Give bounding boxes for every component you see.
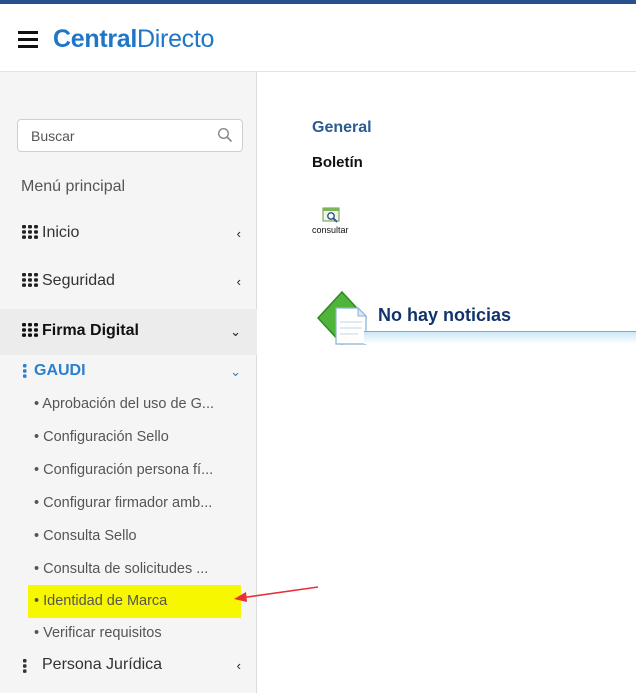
vertical-dots-icon bbox=[23, 364, 27, 378]
sidebar-item-inicio[interactable]: Inicio ‹ bbox=[0, 211, 257, 257]
submenu-label: • Consulta de solicitudes ... bbox=[34, 561, 209, 577]
submenu-item-configurar-firmador[interactable]: • Configurar firmador amb... bbox=[0, 491, 257, 517]
news-banner: No hay noticias bbox=[314, 288, 636, 348]
sidebar-item-label: Firma Digital bbox=[42, 322, 139, 339]
submenu-item-configuracion-sello[interactable]: • Configuración Sello bbox=[0, 425, 257, 451]
section-subtitle-boletin: Boletín bbox=[312, 154, 363, 171]
news-underline bbox=[364, 331, 636, 344]
submenu-label: • Verificar requisitos bbox=[34, 625, 162, 641]
submenu-item-verificar-requisitos[interactable]: • Verificar requisitos bbox=[0, 621, 257, 647]
section-title-general: General bbox=[312, 119, 372, 136]
grid-icon bbox=[22, 225, 38, 239]
search-box bbox=[17, 119, 243, 152]
submenu-label: • Configuración persona fí... bbox=[34, 462, 214, 478]
submenu-label: • Configurar firmador amb... bbox=[34, 495, 213, 511]
consultar-label: consultar bbox=[312, 225, 349, 235]
consultar-icon bbox=[322, 207, 340, 223]
submenu-item-configuracion-persona[interactable]: • Configuración persona fí... bbox=[0, 458, 257, 484]
chevron-down-icon: ⌄ bbox=[230, 364, 241, 379]
top-accent-bar bbox=[0, 0, 636, 10]
vertical-dots-icon bbox=[23, 659, 27, 673]
submenu-label: • Identidad de Marca bbox=[34, 593, 168, 609]
hamburger-menu-icon[interactable] bbox=[18, 31, 38, 48]
gaudi-label: GAUDI bbox=[34, 362, 86, 379]
sidebar-item-firma-digital[interactable]: Firma Digital ⌄ bbox=[0, 309, 257, 355]
sidebar-item-persona-juridica[interactable]: Persona Jurídica ‹ bbox=[0, 650, 257, 680]
chevron-left-icon: ‹ bbox=[236, 274, 241, 289]
search-input[interactable] bbox=[29, 127, 203, 145]
submenu-item-consulta-sello[interactable]: • Consulta Sello bbox=[0, 524, 257, 550]
brand-logo[interactable]: CentralDirecto bbox=[53, 25, 214, 54]
news-title: No hay noticias bbox=[378, 305, 512, 325]
grid-icon bbox=[22, 323, 38, 337]
sidebar-item-label: Seguridad bbox=[42, 272, 115, 289]
main-content: General Boletín consultar No hay noticia… bbox=[258, 72, 636, 693]
submenu-item-identidad-de-marca[interactable]: • Identidad de Marca bbox=[0, 589, 257, 615]
submenu-label: • Configuración Sello bbox=[34, 429, 169, 445]
chevron-left-icon: ‹ bbox=[236, 658, 241, 673]
brand-light: Directo bbox=[137, 25, 215, 53]
submenu-label: • Aprobación del uso de G... bbox=[34, 396, 214, 412]
brand-bold: Central bbox=[53, 25, 138, 53]
sidebar: Menú principal Inicio ‹ Seguridad ‹ Firm… bbox=[0, 72, 257, 693]
submenu-label: • Consulta Sello bbox=[34, 528, 137, 544]
persona-juridica-label: Persona Jurídica bbox=[42, 656, 163, 673]
sidebar-item-label: Inicio bbox=[42, 224, 80, 241]
sidebar-item-seguridad[interactable]: Seguridad ‹ bbox=[0, 259, 257, 305]
chevron-down-icon: ⌄ bbox=[230, 324, 241, 339]
sidebar-item-gaudi[interactable]: GAUDI ⌄ bbox=[0, 356, 257, 388]
submenu-item-consulta-solicitudes[interactable]: • Consulta de solicitudes ... bbox=[0, 557, 257, 583]
grid-icon bbox=[22, 273, 38, 287]
search-icon[interactable] bbox=[217, 127, 233, 143]
chevron-left-icon: ‹ bbox=[236, 226, 241, 241]
app-header: CentralDirecto bbox=[0, 10, 636, 72]
submenu-item-aprobacion[interactable]: • Aprobación del uso de G... bbox=[0, 392, 257, 418]
menu-title: Menú principal bbox=[21, 178, 126, 195]
